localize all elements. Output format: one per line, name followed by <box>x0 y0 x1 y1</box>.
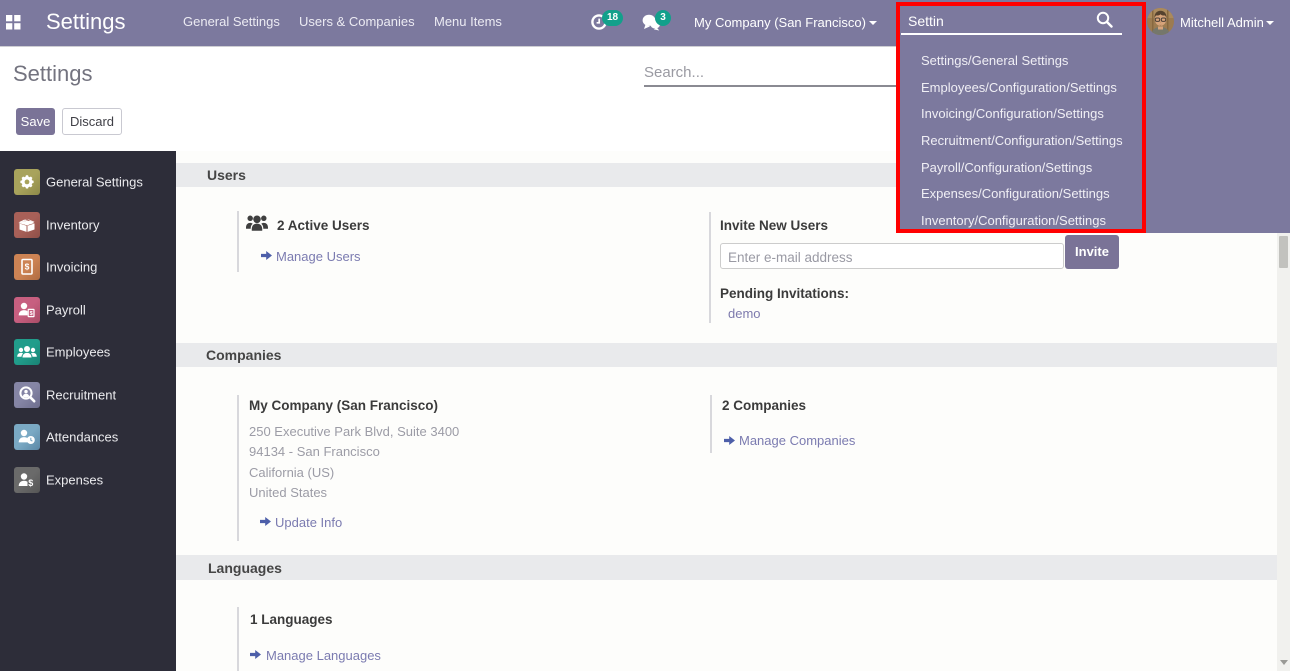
svg-text:$: $ <box>25 262 30 272</box>
svg-text:$: $ <box>28 478 33 488</box>
svg-text:$: $ <box>30 311 33 317</box>
